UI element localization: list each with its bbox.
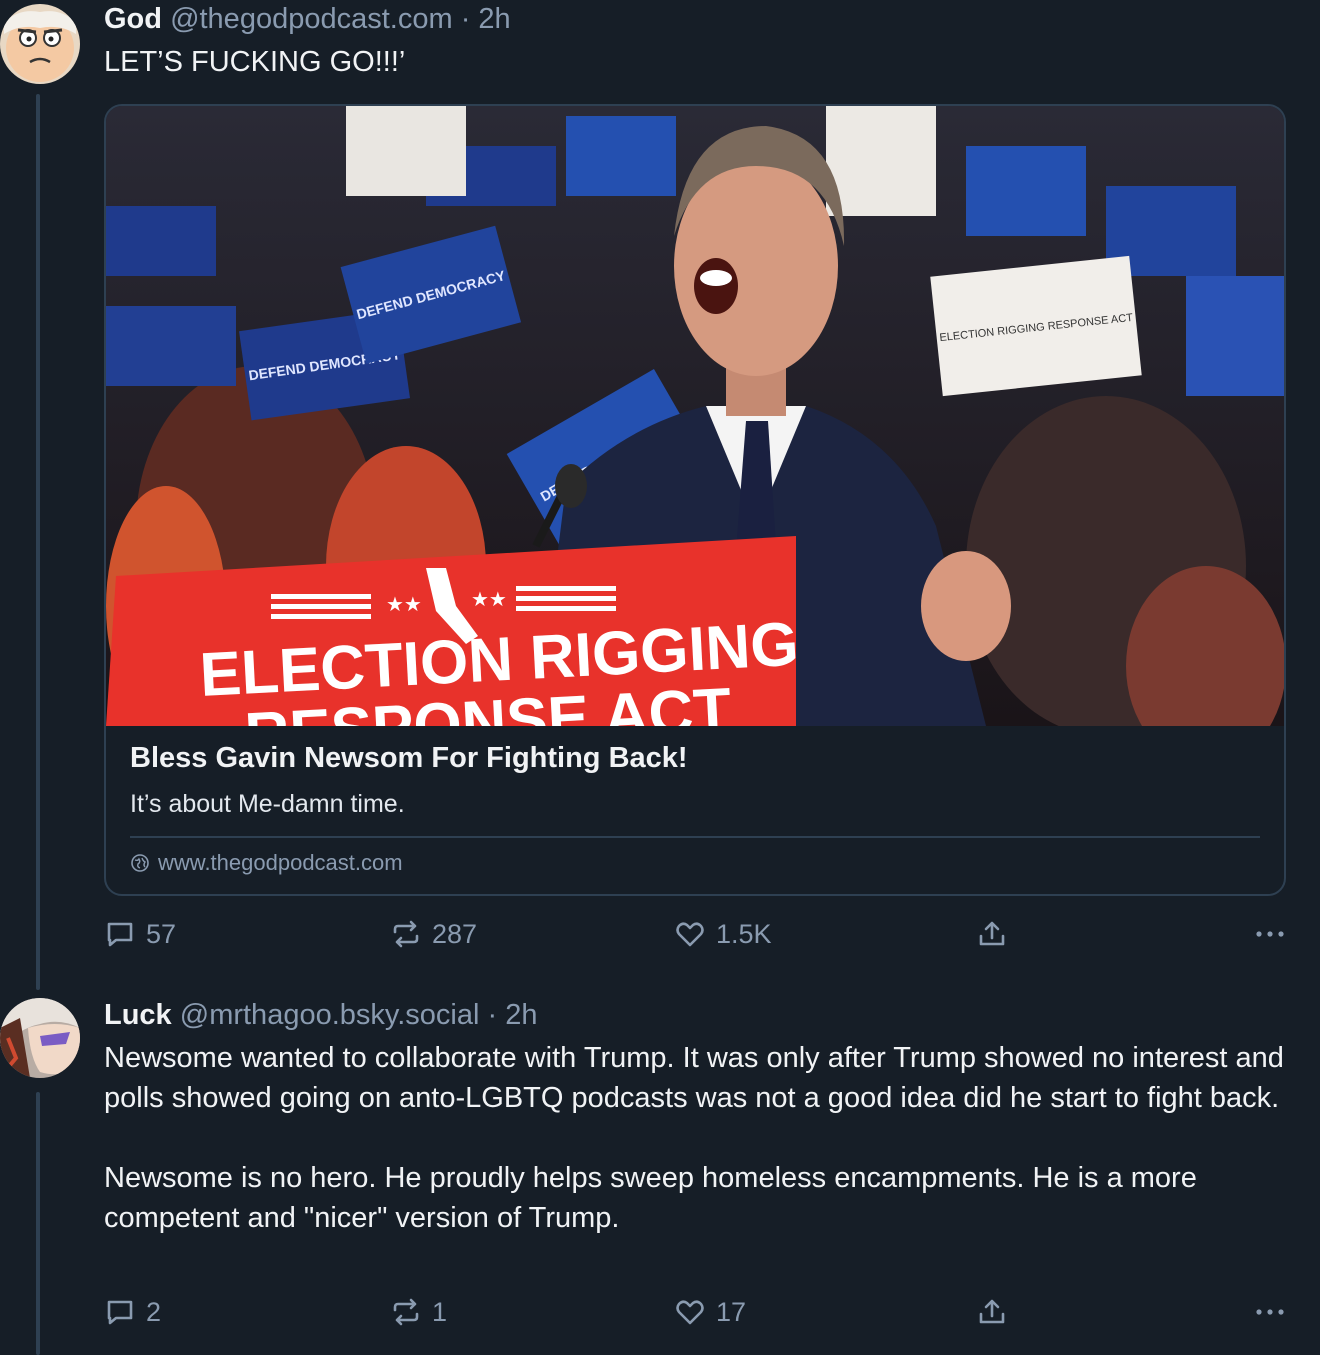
author-name[interactable]: God: [104, 3, 162, 35]
repost-icon: [393, 920, 419, 948]
share-button[interactable]: [976, 1296, 1008, 1328]
domain-text: www.thegodpodcast.com: [158, 850, 403, 875]
avatar[interactable]: [0, 998, 80, 1078]
post-header: Luck @mrthagoo.bsky.social · 2h: [104, 996, 1286, 1034]
share-icon: [979, 1299, 1005, 1324]
svg-text:★★: ★★: [386, 592, 422, 616]
share-button[interactable]: [976, 918, 1008, 950]
author-handle[interactable]: @thegodpodcast.com: [170, 3, 453, 35]
reply-button[interactable]: 57: [104, 918, 176, 950]
avatar-god-face: [0, 4, 80, 84]
share-icon: [979, 921, 1005, 946]
divider: [130, 836, 1260, 838]
post-text: LET’S FUCKING GO!!!’: [104, 46, 406, 78]
repost-count: 287: [432, 918, 478, 949]
timestamp[interactable]: 2h: [478, 3, 510, 35]
repost-count: 1: [432, 1296, 448, 1327]
author-name[interactable]: Luck: [104, 999, 172, 1031]
repost-button[interactable]: 1: [390, 1296, 447, 1328]
reply-icon: [107, 1300, 133, 1325]
post[interactable]: God @thegodpodcast.com · 2h LET’S FUCKIN…: [0, 0, 1320, 970]
more-icon: [1256, 1309, 1284, 1315]
link-preview-image: DEFEND DEMOCRACY DEFEND DEMOCRACY DEFEND…: [106, 106, 1284, 726]
link-preview-title[interactable]: Bless Gavin Newsom For Fighting Back!: [130, 742, 688, 775]
like-button[interactable]: 1.5K: [674, 918, 772, 950]
post[interactable]: Luck @mrthagoo.bsky.social · 2h Newsome …: [0, 994, 1320, 1355]
link-preview-description: It’s about Me-damn time.: [130, 790, 405, 818]
reply-button[interactable]: 2: [104, 1296, 161, 1328]
timestamp[interactable]: 2h: [505, 999, 537, 1031]
reply-count: 2: [146, 1296, 162, 1327]
more-icon: [1256, 931, 1284, 937]
svg-text:★★: ★★: [471, 587, 507, 611]
post-actions: 2 1 17: [104, 1296, 1286, 1336]
like-icon: [676, 1300, 704, 1325]
link-preview-card[interactable]: DEFEND DEMOCRACY DEFEND DEMOCRACY DEFEND…: [104, 104, 1286, 896]
more-options-button[interactable]: [1254, 1296, 1286, 1328]
like-count: 1.5K: [716, 918, 772, 949]
more-options-button[interactable]: [1254, 918, 1286, 950]
author-handle[interactable]: @mrthagoo.bsky.social: [180, 999, 480, 1031]
avatar[interactable]: [0, 4, 80, 84]
repost-icon: [393, 1298, 419, 1326]
link-preview-domain[interactable]: www.thegodpodcast.com: [130, 850, 403, 876]
like-icon: [676, 922, 704, 947]
like-count: 17: [716, 1296, 747, 1327]
globe-icon: [131, 854, 149, 872]
post-header: God @thegodpodcast.com · 2h: [104, 0, 1286, 38]
post-actions: 57 287 1.5K: [104, 918, 1286, 958]
separator: ·: [487, 999, 498, 1031]
separator: ·: [460, 3, 471, 35]
repost-button[interactable]: 287: [390, 918, 477, 950]
reply-icon: [107, 922, 133, 947]
post-text: Newsome wanted to collaborate with Trump…: [104, 1042, 1284, 1234]
reply-count: 57: [146, 918, 177, 949]
like-button[interactable]: 17: [674, 1296, 746, 1328]
avatar-anime-character: [0, 998, 80, 1078]
